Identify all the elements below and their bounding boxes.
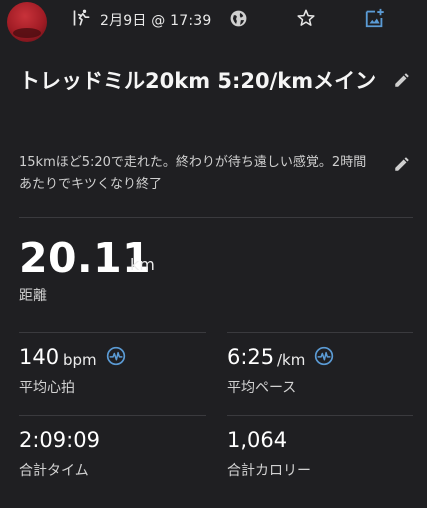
activity-description: 15kmほど5:20で走れた。終わりが待ち遠しい感覚。2時間あたりでキツくなり終… xyxy=(19,155,367,192)
avatar[interactable] xyxy=(7,2,47,42)
stat-heart-rate: 140 bpm 平均心拍 xyxy=(19,345,204,401)
activity-title: トレッドミル20km 5:20/kmメイン xyxy=(19,69,377,93)
distance-label: 距離 xyxy=(19,288,47,304)
divider xyxy=(19,332,206,333)
calories-label: 合計カロリー xyxy=(227,463,311,479)
pace-label: 平均ペース xyxy=(227,380,297,396)
pulse-icon[interactable] xyxy=(314,346,334,366)
total-time-label: 合計タイム xyxy=(19,463,89,479)
stat-pace: 6:25 /km 平均ペース xyxy=(227,345,412,401)
edit-title-icon[interactable] xyxy=(393,71,411,89)
divider xyxy=(19,217,413,218)
divider xyxy=(227,332,413,333)
heart-rate-label: 平均心拍 xyxy=(19,380,75,396)
add-photo-icon[interactable] xyxy=(364,7,386,29)
activity-date: 2月9日 @ 17:39 xyxy=(100,13,212,29)
stat-calories: 1,064 合計カロリー xyxy=(227,428,412,484)
distance-unit: km xyxy=(130,255,155,274)
divider xyxy=(227,415,413,416)
total-time-value: 2:09:09 xyxy=(19,428,100,452)
stat-total-time: 2:09:09 合計タイム xyxy=(19,428,204,484)
calories-value: 1,064 xyxy=(227,428,288,452)
edit-description-icon[interactable] xyxy=(393,155,411,173)
pace-value: 6:25 xyxy=(227,345,275,369)
heart-rate-unit: bpm xyxy=(63,351,97,369)
running-icon xyxy=(73,9,90,26)
heart-rate-value: 140 xyxy=(19,345,60,369)
globe-icon[interactable] xyxy=(229,9,248,28)
pulse-icon[interactable] xyxy=(106,346,126,366)
divider xyxy=(19,415,206,416)
star-icon[interactable] xyxy=(296,8,316,28)
pace-unit: /km xyxy=(277,351,306,369)
